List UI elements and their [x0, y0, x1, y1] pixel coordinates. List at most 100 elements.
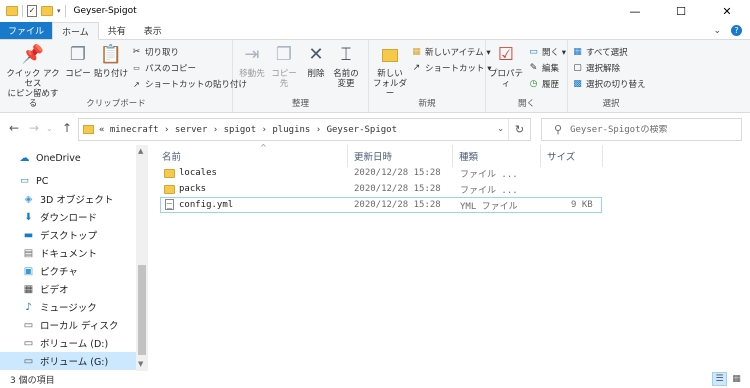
search-box[interactable]: ⚲ [541, 118, 742, 141]
details-view-icon[interactable]: ☰ [712, 372, 727, 386]
file-name: packs [179, 184, 207, 194]
nav-item-local-disk[interactable]: ▭ ローカル ディスク [0, 316, 136, 334]
nav-item-label: ボリューム (G:) [40, 357, 109, 368]
paste-label: 貼り付け [94, 69, 129, 79]
pc-icon: ▭ [20, 176, 29, 186]
forward-arrow-icon[interactable]: → [29, 121, 39, 135]
paste-button[interactable]: 📋 貼り付け [94, 44, 129, 80]
scroll-down-arrow-icon[interactable]: ▼ [138, 360, 143, 368]
scroll-up-arrow-icon[interactable]: ▲ [138, 147, 143, 155]
file-size: 9 KB [571, 200, 593, 210]
tab-share[interactable]: 共有 [99, 22, 135, 39]
new-folder-icon[interactable] [41, 6, 53, 16]
tab-file[interactable]: ファイル [0, 22, 53, 39]
file-name: config.yml [179, 200, 234, 210]
tab-home[interactable]: ホーム [52, 22, 99, 40]
open-button[interactable]: ▭ 開く ▾ [528, 46, 566, 58]
properties-check-icon[interactable]: ✓ [27, 5, 37, 17]
nav-item-label: OneDrive [36, 152, 81, 164]
document-icon [165, 199, 174, 210]
select-none-label: 選択解除 [586, 64, 621, 74]
invert-selection-button[interactable]: ▩ 選択の切り替え [572, 78, 645, 90]
minimize-button[interactable]: — [612, 0, 658, 22]
recent-locations-chevron-icon[interactable]: ⌄ [46, 124, 53, 133]
select-none-icon: ▢ [573, 63, 582, 73]
search-input[interactable] [570, 124, 731, 135]
address-dropdown-icon[interactable]: ⌄ [497, 124, 504, 133]
nav-item-label: ダウンロード [40, 213, 98, 224]
delete-button[interactable]: ✕ 削除 [303, 44, 329, 80]
column-header-modified[interactable]: 更新日時 [348, 145, 453, 167]
cut-button[interactable]: ✂ 切り取り [131, 46, 179, 58]
back-arrow-icon[interactable]: ← [9, 121, 19, 135]
copy-to-icon: ❐ [275, 44, 293, 65]
close-button[interactable]: ✕ [704, 0, 750, 22]
new-item-icon: ▦ [412, 47, 421, 57]
properties-button[interactable]: ☑ プロパティ [488, 44, 524, 90]
nav-item-documents[interactable]: ▤ ドキュメント [0, 244, 136, 262]
file-list: 名前 ^ 更新日時 種類 サイズ locales 2020/12/28 15:2… [148, 143, 750, 371]
cut-label: 切り取り [145, 48, 180, 58]
divider [64, 5, 66, 17]
expand-ribbon-icon[interactable]: ⌄ [713, 26, 721, 36]
nav-item-3d-objects[interactable]: ◈ 3D オブジェクト [0, 190, 136, 208]
new-group: 新しい フォルダー ▦ 新しいアイテム ▾ ↗ ショートカット ▾ 新規 [369, 40, 491, 112]
open-group: ☑ プロパティ ▭ 開く ▾ ✎ 編集 ◷ 履歴 開く [486, 40, 568, 112]
select-none-button[interactable]: ▢ 選択解除 [572, 62, 620, 74]
select-group: ▦ すべて選択 ▢ 選択解除 ▩ 選択の切り替え 選択 [568, 40, 654, 112]
edit-button[interactable]: ✎ 編集 [528, 62, 559, 74]
navigation-pane: ☁ OneDrive ▭ PC ◈ 3D オブジェクト ⬇ ダウンロード ▬ デ… [0, 145, 148, 371]
refresh-icon[interactable]: ↻ [508, 119, 530, 140]
clipboard-icon: 📋 [99, 44, 123, 65]
nav-item-pc[interactable]: ▭ PC [0, 172, 136, 190]
column-header-type[interactable]: 種類 [453, 145, 541, 167]
nav-item-volume-d[interactable]: ▭ ボリューム (D:) [0, 334, 136, 352]
tab-view[interactable]: 表示 [135, 22, 171, 39]
easy-access-button[interactable]: ↗ ショートカット ▾ [411, 62, 492, 74]
scrollbar-thumb[interactable] [138, 265, 146, 355]
nav-item-onedrive[interactable]: ☁ OneDrive [0, 149, 136, 167]
navigation-pane-scrollbar[interactable]: ▲ ▼ [136, 145, 148, 371]
select-all-button[interactable]: ▦ すべて選択 [572, 46, 628, 58]
nav-item-music[interactable]: ♪ ミュージック [0, 298, 136, 316]
copy-button[interactable]: ❐ コピー [64, 44, 92, 80]
paste-shortcut-button[interactable]: ↗ ショートカットの貼り付け [131, 78, 247, 91]
table-row[interactable]: packs 2020/12/28 15:28 ファイル ... [160, 181, 602, 197]
breadcrumb[interactable]: « minecraft › server › spigot › plugins … [99, 125, 397, 135]
maximize-button[interactable]: ☐ [658, 0, 704, 22]
file-modified: 2020/12/28 15:28 [354, 168, 441, 178]
column-header-name[interactable]: 名前 ^ [156, 143, 348, 167]
up-arrow-icon[interactable]: ↑ [62, 121, 72, 135]
divider [22, 5, 23, 17]
copy-path-button[interactable]: ▭ パスのコピー [131, 62, 196, 74]
select-all-label: すべて選択 [586, 48, 628, 58]
rename-button[interactable]: ⌶ 名前の 変更 [331, 44, 361, 90]
view-switcher: ☰ ▦ [712, 372, 744, 386]
column-header-size[interactable]: サイズ [541, 145, 603, 167]
move-to-button[interactable]: ⇥ 移動先 [237, 44, 267, 80]
customize-toolbar-dropdown-icon[interactable]: ▾ [57, 7, 61, 15]
table-row[interactable]: locales 2020/12/28 15:28 ファイル ... [160, 165, 602, 181]
address-bar[interactable]: « minecraft › server › spigot › plugins … [78, 118, 531, 141]
new-item-button[interactable]: ▦ 新しいアイテム ▾ [411, 46, 490, 58]
scissors-icon: ✂ [132, 47, 141, 57]
nav-item-videos[interactable]: ▦ ビデオ [0, 280, 136, 298]
new-folder-button[interactable]: 新しい フォルダー [371, 44, 409, 99]
select-group-label: 選択 [602, 99, 620, 109]
history-button[interactable]: ◷ 履歴 [528, 78, 559, 90]
copy-to-button[interactable]: ❐ コピー先 [269, 44, 299, 90]
rename-icon: ⌶ [340, 44, 352, 65]
drive-icon: ▭ [23, 355, 34, 367]
table-row[interactable]: config.yml 2020/12/28 15:28 YML ファイル 9 K… [160, 197, 602, 213]
help-icon[interactable]: ? [731, 25, 742, 36]
open-group-label: 開く [517, 99, 535, 109]
nav-item-volume-g[interactable]: ▭ ボリューム (G:) [0, 352, 136, 370]
window-title: Geyser-Spigot [73, 6, 137, 16]
edit-icon: ✎ [529, 63, 538, 73]
large-icons-view-icon[interactable]: ▦ [729, 372, 744, 386]
folder-icon [6, 6, 18, 16]
nav-item-desktop[interactable]: ▬ デスクトップ [0, 226, 136, 244]
desktop-icon: ▬ [23, 229, 34, 241]
nav-item-downloads[interactable]: ⬇ ダウンロード [0, 208, 136, 226]
nav-item-pictures[interactable]: ▣ ピクチャ [0, 262, 136, 280]
